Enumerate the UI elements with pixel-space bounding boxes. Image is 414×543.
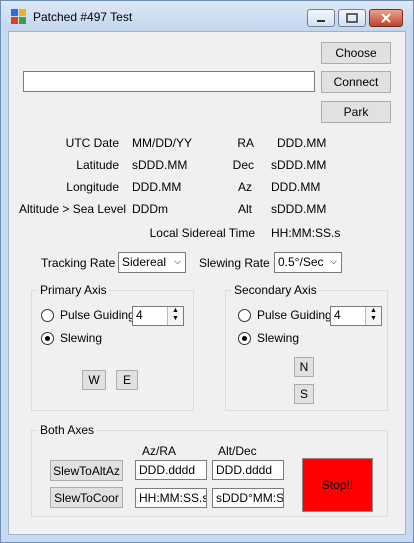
az-value: DDD.MM [271,180,321,194]
slewing-rate-value: 0.5°/Sec [278,255,324,269]
choose-button[interactable]: Choose [321,42,391,64]
utc-date-label: UTC Date [65,136,119,150]
slewing-rate-label: Slewing Rate [199,256,270,270]
ra-value: DDD.MM [277,136,327,150]
spinner-arrows-icon[interactable]: ▲ ▼ [365,307,381,325]
title-bar: Patched #497 Test [1,1,413,31]
primary-pulse-radio[interactable] [41,309,54,322]
primary-slewing-label: Slewing [60,331,103,345]
longitude-label: Longitude [66,180,119,194]
tracking-rate-label: Tracking Rate [41,256,116,270]
secondary-pulse-stepper[interactable]: 4 ▲ ▼ [330,306,382,326]
maximize-button[interactable] [338,9,366,27]
dec-input[interactable]: sDDD°MM:SS [212,488,284,508]
tracking-rate-value: Sidereal [122,255,167,269]
secondary-slewing-label: Slewing [257,331,300,345]
alt-value: sDDD.MM [271,202,327,216]
slew-to-altaz-button[interactable]: SlewToAltAz [50,460,123,481]
close-icon [381,13,391,23]
minimize-button[interactable] [307,9,335,27]
alt-input[interactable]: DDD.dddd [212,460,284,480]
both-axes-group: Both Axes Az/RA Alt/Dec SlewToAltAz Slew… [31,423,388,517]
secondary-slewing-radio[interactable] [238,332,251,345]
slew-to-coor-button[interactable]: SlewToCoor [50,487,123,508]
app-window: Patched #497 Test Choose Connect Park UT… [0,0,414,543]
client-area: Choose Connect Park UTC Date MM/DD/YY La… [8,31,406,535]
connect-button[interactable]: Connect [321,71,391,93]
primary-pulse-label: Pulse Guiding [60,308,135,322]
altitude-value: DDDm [132,202,168,216]
altitude-label: Altitude > Sea Level [19,202,127,216]
maximize-icon [346,13,358,23]
ra-input[interactable]: HH:MM:SS.s [135,488,207,508]
primary-axis-title: Primary Axis [38,283,109,297]
secondary-axis-group: Secondary Axis Pulse Guiding 4 ▲ ▼ Slewin… [225,283,388,411]
secondary-pulse-value: 4 [334,308,341,322]
primary-pulse-stepper[interactable]: 4 ▲ ▼ [132,306,184,326]
utc-date-value: MM/DD/YY [132,136,192,150]
chevron-down-icon: ⌵ [174,256,181,266]
az-input[interactable]: DDD.dddd [135,460,207,480]
lst-label: Local Sidereal Time [149,226,255,240]
park-button[interactable]: Park [321,101,391,123]
alt-label: Alt [237,202,252,216]
north-button[interactable]: N [294,357,314,377]
minimize-icon [317,20,325,22]
lst-value: HH:MM:SS.s [271,226,341,240]
stop-button[interactable]: Stop!! [302,458,373,512]
altdec-header: Alt/Dec [218,444,257,458]
azra-header: Az/RA [142,444,177,458]
ra-label: RA [237,136,254,150]
longitude-value: DDD.MM [132,180,182,194]
dec-value: sDDD.MM [271,158,327,172]
primary-pulse-value: 4 [136,308,143,322]
west-button[interactable]: W [82,370,106,390]
south-button[interactable]: S [294,384,314,404]
secondary-axis-title: Secondary Axis [232,283,319,297]
slewing-rate-select[interactable]: 0.5°/Sec ⌵ [274,252,342,273]
app-icon [11,9,27,25]
chevron-down-icon: ⌵ [330,256,337,266]
spinner-arrows-icon[interactable]: ▲ ▼ [167,307,183,325]
az-label: Az [237,180,252,194]
east-button[interactable]: E [116,370,138,390]
primary-slewing-radio[interactable] [41,332,54,345]
latitude-label: Latitude [76,158,119,172]
close-button[interactable] [369,9,403,27]
dec-label: Dec [232,158,254,172]
primary-axis-group: Primary Axis Pulse Guiding 4 ▲ ▼ Slewing … [31,283,194,411]
both-axes-title: Both Axes [38,423,97,437]
tracking-rate-select[interactable]: Sidereal ⌵ [118,252,186,273]
latitude-value: sDDD.MM [132,158,188,172]
secondary-pulse-radio[interactable] [238,309,251,322]
window-title: Patched #497 Test [33,10,133,24]
telescope-id-field[interactable] [23,71,315,92]
secondary-pulse-label: Pulse Guiding [257,308,332,322]
